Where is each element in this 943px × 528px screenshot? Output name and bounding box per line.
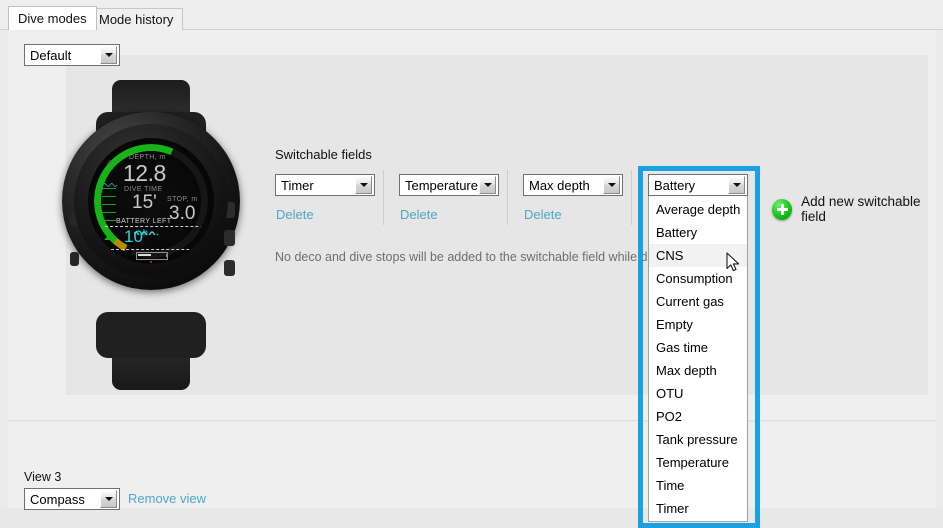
dropdown-option-current-gas[interactable]: Current gas [649, 290, 747, 313]
delete-field-3-link[interactable]: Delete [524, 207, 562, 222]
tab-bar: Dive modes Mode history [0, 0, 943, 30]
mode-select-value: Default [30, 47, 72, 63]
switchable-field-1-value: Timer [281, 177, 314, 193]
chevron-down-icon[interactable] [100, 46, 117, 64]
switchable-field-4-value: Battery [654, 177, 696, 193]
tab-dive-modes[interactable]: Dive modes [8, 6, 97, 30]
battery-unit: h [142, 227, 148, 238]
chevron-down-icon[interactable] [728, 176, 745, 194]
remove-view-link[interactable]: Remove view [128, 491, 206, 506]
switchable-field-1[interactable]: Timer [275, 174, 375, 196]
dropdown-option-tank-pressure[interactable]: Tank pressure [649, 428, 747, 451]
switchable-field-4-dropdown-list[interactable]: Average depth Battery CNS Consumption Curren… [648, 195, 748, 522]
dropdown-option-empty[interactable]: Empty [649, 313, 747, 336]
depth-value: 12.8 [123, 160, 166, 186]
dive-time-value: 15' [132, 192, 157, 213]
dropdown-option-time[interactable]: Time [649, 474, 747, 497]
watch-illustration: 30 15 DEPTH, m 12.8 DIVE TIME 15' STOP, … [50, 80, 250, 390]
sensor-dot-icon [150, 261, 152, 263]
add-new-switchable-field-button[interactable]: Add new switchable field [772, 194, 943, 224]
view-select-value: Compass [30, 491, 85, 507]
chevron-down-icon[interactable] [100, 490, 117, 508]
switchable-fields-note: No deco and dive stops will be added to … [275, 250, 657, 264]
delete-field-1-link[interactable]: Delete [276, 207, 314, 222]
battery-icon-terminal [166, 254, 168, 257]
dropdown-option-average-depth[interactable]: Average depth [649, 198, 747, 221]
dropdown-option-temperature[interactable]: Temperature [649, 451, 747, 474]
switchable-field-2-value: Temperature [405, 177, 478, 193]
chevron-down-icon[interactable] [603, 176, 620, 194]
watch-button-lower-right [224, 260, 235, 276]
content-area: Default 30 15 DEPTH, m 12.8 DIVE TIME 15… [0, 30, 943, 528]
watch-screen: 30 15 DEPTH, m 12.8 DIVE TIME 15' STOP, … [88, 138, 214, 264]
battery-icon [136, 252, 168, 260]
switchable-fields-title: Switchable fields [275, 147, 372, 162]
stop-label: STOP, m [167, 196, 198, 203]
watch-lug-bottom [96, 312, 206, 358]
battery-value: 10h [124, 227, 148, 247]
wave-indicator-icon [103, 182, 117, 187]
add-new-switchable-field-label: Add new switchable field [801, 194, 921, 224]
switchable-field-3-value: Max depth [529, 177, 590, 193]
switchable-field-2[interactable]: Temperature [399, 174, 499, 196]
dropdown-option-otu[interactable]: OTU [649, 382, 747, 405]
chevron-down-icon[interactable] [355, 176, 372, 194]
dropdown-option-battery[interactable]: Battery [649, 221, 747, 244]
chevron-down-icon[interactable] [479, 176, 496, 194]
plus-circle-icon [772, 198, 793, 220]
field-separator-3 [631, 170, 632, 225]
view-select[interactable]: Compass [24, 488, 120, 510]
switchable-field-3[interactable]: Max depth [523, 174, 623, 196]
app-window: Dive modes Mode history Default 30 15 DE… [0, 0, 943, 528]
field-separator-2 [507, 170, 508, 225]
stop-value: 3.0 [169, 203, 196, 224]
mouse-cursor-icon [726, 252, 742, 277]
view-section-title: View 3 [24, 470, 62, 484]
field-separator-1 [383, 170, 384, 225]
watch-button-middle-right [224, 230, 235, 246]
battery-hours: 10 [124, 227, 143, 246]
dropdown-option-max-depth[interactable]: Max depth [649, 359, 747, 382]
dropdown-option-gas-time[interactable]: Gas time [649, 336, 747, 359]
tab-mode-history[interactable]: Mode history [89, 8, 184, 30]
dropdown-option-po2[interactable]: PO2 [649, 405, 747, 428]
switchable-field-4[interactable]: Battery [648, 174, 748, 196]
mode-select[interactable]: Default [24, 44, 120, 66]
watch-button-lower-left [70, 252, 79, 266]
dropdown-option-timer[interactable]: Timer [649, 497, 747, 520]
delete-field-2-link[interactable]: Delete [400, 207, 438, 222]
